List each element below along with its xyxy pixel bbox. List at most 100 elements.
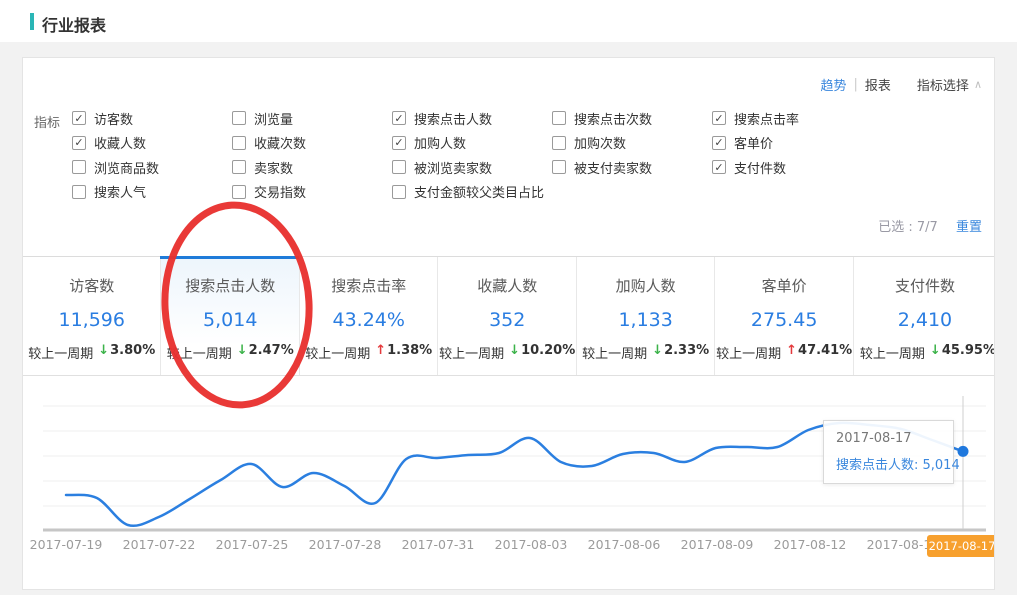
metric-select-toggle[interactable]: 指标选择 — [917, 75, 969, 94]
kpi-change: 较上一周期↑1.38% — [300, 343, 437, 362]
x-tick-label: 2017-07-28 — [300, 537, 390, 552]
checkbox-icon[interactable] — [552, 111, 566, 125]
kpi-change: 较上一周期↓2.33% — [577, 343, 714, 362]
kpi-card-search-click-users[interactable]: 搜索点击人数 5,014 较上一周期↓2.47% — [160, 257, 298, 375]
trend-view-link[interactable]: 趋势 — [821, 75, 847, 94]
x-tick-label: 2017-08-12 — [765, 537, 855, 552]
kpi-card-avg-order-value[interactable]: 客单价 275.45 较上一周期↑47.41% — [714, 257, 852, 375]
checkbox-icon[interactable] — [232, 136, 246, 150]
report-panel: 趋势 | 报表 指标选择 ∧ 指标 访客数 收藏人数 浏览商品数 搜索人气 浏览… — [22, 57, 995, 590]
checkbox-item-cart-count[interactable]: 加购次数 — [552, 131, 710, 156]
kpi-card-paid-items[interactable]: 支付件数 2,410 较上一周期↓45.95% — [853, 257, 995, 375]
up-arrow-icon: ↑ — [786, 343, 797, 362]
checkbox-icon[interactable] — [72, 136, 86, 150]
down-arrow-icon: ↓ — [98, 343, 109, 362]
kpi-title: 加购人数 — [577, 275, 714, 296]
kpi-change: 较上一周期↓45.95% — [854, 343, 995, 362]
checkbox-icon[interactable] — [712, 111, 726, 125]
reset-button[interactable]: 重置 — [956, 220, 982, 235]
checkbox-icon[interactable] — [712, 136, 726, 150]
checkbox-icon[interactable] — [712, 160, 726, 174]
x-tick-label: 2017-08-09 — [672, 537, 762, 552]
checkbox-item-viewed-sellers[interactable]: 被浏览卖家数 — [392, 155, 550, 180]
checkbox-icon[interactable] — [72, 185, 86, 199]
kpi-card-favorite-users[interactable]: 收藏人数 352 较上一周期↓10.20% — [437, 257, 575, 375]
checkbox-item-paid-sellers[interactable]: 被支付卖家数 — [552, 155, 710, 180]
checkbox-item-paid-items[interactable]: 支付件数 — [712, 155, 870, 180]
checkbox-item-search-ctr[interactable]: 搜索点击率 — [712, 106, 870, 131]
checkbox-item-trade-index[interactable]: 交易指数 — [232, 180, 390, 205]
kpi-change: 较上一周期↓10.20% — [438, 343, 575, 362]
kpi-value: 43.24% — [300, 309, 437, 331]
kpi-value: 5,014 — [161, 309, 298, 331]
kpi-title: 客单价 — [715, 275, 852, 296]
page-title: 行业报表 — [42, 12, 106, 36]
checkbox-item-avg-order-value[interactable]: 客单价 — [712, 131, 870, 156]
kpi-value: 275.45 — [715, 309, 852, 331]
checkbox-item-favorite-users[interactable]: 收藏人数 — [72, 131, 230, 156]
checkbox-item-viewed-products[interactable]: 浏览商品数 — [72, 155, 230, 180]
checkbox-icon[interactable] — [232, 111, 246, 125]
x-tick-label: 2017-07-25 — [207, 537, 297, 552]
x-tick-label: 2017-07-22 — [114, 537, 204, 552]
checkbox-icon[interactable] — [392, 160, 406, 174]
checkbox-item-cart-users[interactable]: 加购人数 — [392, 131, 550, 156]
kpi-value: 1,133 — [577, 309, 714, 331]
tooltip-value: 搜索点击人数: 5,014 — [836, 454, 941, 473]
metric-column-5: 搜索点击率 客单价 支付件数 — [712, 106, 870, 180]
page-header: 行业报表 — [0, 0, 1017, 42]
checkbox-icon[interactable] — [552, 160, 566, 174]
kpi-card-search-ctr[interactable]: 搜索点击率 43.24% 较上一周期↑1.38% — [299, 257, 437, 375]
kpi-title: 搜索点击人数 — [161, 275, 298, 296]
kpi-change: 较上一周期↓3.80% — [23, 343, 160, 362]
checkbox-icon[interactable] — [552, 136, 566, 150]
metric-column-1: 访客数 收藏人数 浏览商品数 搜索人气 — [72, 106, 230, 204]
checkbox-item-payment-ratio[interactable]: 支付金额较父类目占比 — [392, 180, 550, 205]
down-arrow-icon: ↓ — [652, 343, 663, 362]
down-arrow-icon: ↓ — [930, 343, 941, 362]
kpi-change: 较上一周期↓2.47% — [161, 343, 298, 362]
checkbox-item-search-popularity[interactable]: 搜索人气 — [72, 180, 230, 205]
down-arrow-icon: ↓ — [237, 343, 248, 362]
metric-column-2: 浏览量 收藏次数 卖家数 交易指数 — [232, 106, 390, 204]
checkbox-icon[interactable] — [392, 111, 406, 125]
up-arrow-icon: ↑ — [375, 343, 386, 362]
checkbox-icon[interactable] — [232, 160, 246, 174]
kpi-title: 收藏人数 — [438, 275, 575, 296]
report-view-link[interactable]: 报表 — [865, 75, 891, 94]
selection-summary: 已选 : 7/7 重置 — [878, 216, 982, 235]
checkbox-item-favorite-count[interactable]: 收藏次数 — [232, 131, 390, 156]
kpi-cards-row: 访客数 11,596 较上一周期↓3.80% 搜索点击人数 5,014 较上一周… — [23, 256, 995, 376]
checkbox-item-search-click-users[interactable]: 搜索点击人数 — [392, 106, 550, 131]
metrics-group-label: 指标 — [34, 112, 60, 131]
checkbox-item-visitors[interactable]: 访客数 — [72, 106, 230, 131]
checkbox-item-pageviews[interactable]: 浏览量 — [232, 106, 390, 131]
highlight-point-dot — [958, 446, 969, 457]
kpi-card-visitors[interactable]: 访客数 11,596 较上一周期↓3.80% — [23, 257, 160, 375]
x-tick-label: 2017-08-03 — [486, 537, 576, 552]
checkbox-icon[interactable] — [392, 185, 406, 199]
chart-tooltip: 2017-08-17 搜索点击人数: 5,014 — [823, 420, 954, 484]
checkbox-icon[interactable] — [72, 111, 86, 125]
chevron-up-icon[interactable]: ∧ — [974, 78, 982, 91]
x-tick-label: 2017-08-06 — [579, 537, 669, 552]
checkbox-icon[interactable] — [72, 160, 86, 174]
checkbox-icon[interactable] — [232, 185, 246, 199]
kpi-title: 搜索点击率 — [300, 275, 437, 296]
kpi-card-cart-users[interactable]: 加购人数 1,133 较上一周期↓2.33% — [576, 257, 714, 375]
checkbox-icon[interactable] — [392, 136, 406, 150]
checkbox-item-search-click-count[interactable]: 搜索点击次数 — [552, 106, 710, 131]
kpi-value: 352 — [438, 309, 575, 331]
down-arrow-icon: ↓ — [509, 343, 520, 362]
tooltip-date: 2017-08-17 — [836, 431, 941, 446]
view-divider: | — [854, 77, 858, 92]
kpi-title: 访客数 — [23, 275, 160, 296]
current-date-badge[interactable]: 2017-08-17 — [927, 535, 995, 557]
x-tick-label: 2017-07-19 — [22, 537, 111, 552]
checkbox-item-sellers[interactable]: 卖家数 — [232, 155, 390, 180]
x-tick-label: 2017-07-31 — [393, 537, 483, 552]
kpi-title: 支付件数 — [854, 275, 995, 296]
kpi-value: 2,410 — [854, 309, 995, 331]
selected-count: 已选 : 7/7 — [878, 220, 938, 235]
metric-column-3: 搜索点击人数 加购人数 被浏览卖家数 支付金额较父类目占比 — [392, 106, 550, 204]
